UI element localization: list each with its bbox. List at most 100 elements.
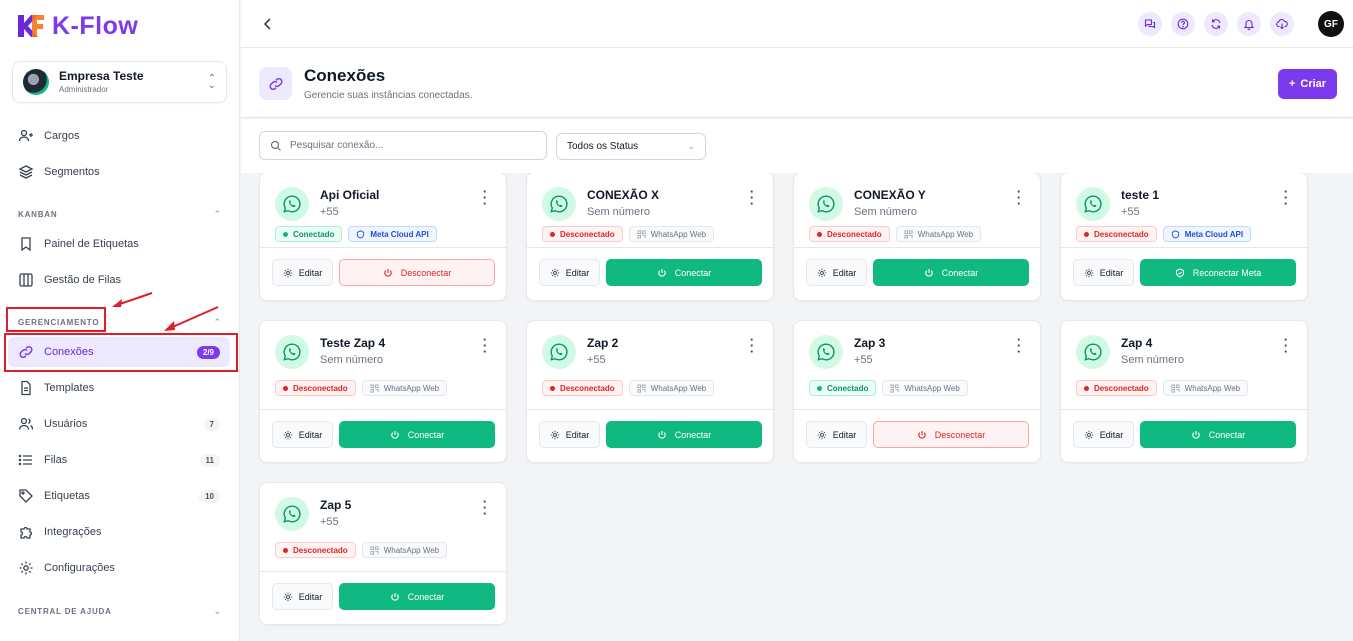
edit-button[interactable]: Editar bbox=[1073, 259, 1134, 286]
whatsapp-icon bbox=[275, 187, 309, 221]
refresh-button[interactable] bbox=[1204, 12, 1228, 36]
connection-name: Zap 3 bbox=[854, 336, 886, 350]
connect-button[interactable]: Conectar bbox=[1140, 421, 1296, 448]
more-options-icon[interactable]: · · · bbox=[480, 333, 490, 358]
chat-button[interactable] bbox=[1138, 12, 1162, 36]
type-badge: WhatsApp Web bbox=[895, 226, 982, 242]
qr-icon bbox=[1171, 383, 1180, 393]
power-icon bbox=[390, 430, 399, 439]
status-badge: Conectado bbox=[809, 380, 877, 396]
edit-button[interactable]: Editar bbox=[539, 259, 600, 286]
reconnect-meta-button[interactable]: Reconectar Meta bbox=[1140, 259, 1296, 286]
gear-icon bbox=[817, 268, 826, 277]
connection-name: Zap 2 bbox=[587, 336, 619, 350]
type-badge: WhatsApp Web bbox=[882, 380, 968, 396]
more-options-icon[interactable]: · · · bbox=[1014, 185, 1024, 210]
layers-icon bbox=[18, 165, 34, 179]
status-badge: Conectado bbox=[275, 226, 343, 242]
connect-button[interactable]: Conectar bbox=[606, 259, 762, 286]
download-button[interactable] bbox=[1270, 12, 1294, 36]
sidebar-item-configuracoes[interactable]: Configurações bbox=[8, 553, 230, 583]
sidebar-item-cargos[interactable]: Cargos bbox=[8, 121, 230, 151]
chevron-down-icon: ⌄ bbox=[687, 141, 695, 151]
columns-icon bbox=[19, 273, 33, 287]
gear-icon bbox=[1084, 430, 1093, 439]
more-options-icon[interactable]: · · · bbox=[480, 495, 490, 520]
connection-card: CONEXÃO X Sem número · · · Desconectado Wh… bbox=[526, 173, 774, 301]
search-input[interactable] bbox=[290, 140, 536, 151]
edit-button[interactable]: Editar bbox=[272, 259, 333, 286]
app-name: K-Flow bbox=[52, 11, 139, 40]
gear-icon bbox=[1084, 268, 1093, 277]
whatsapp-icon bbox=[275, 335, 309, 369]
document-icon bbox=[21, 380, 31, 396]
user-avatar[interactable]: GF bbox=[1318, 11, 1344, 37]
sidebar-item-integracoes[interactable]: Integrações bbox=[8, 517, 230, 547]
edit-button[interactable]: Editar bbox=[272, 583, 333, 610]
sidebar-item-filas[interactable]: Filas 11 bbox=[8, 445, 230, 475]
notifications-button[interactable] bbox=[1237, 12, 1261, 36]
company-avatar bbox=[23, 69, 49, 95]
edit-button[interactable]: Editar bbox=[539, 421, 600, 448]
edit-button[interactable]: Editar bbox=[272, 421, 333, 448]
gear-icon bbox=[550, 268, 559, 277]
gear-icon bbox=[817, 430, 826, 439]
section-central-ajuda[interactable]: CENTRAL DE AJUDA ⌄ bbox=[18, 606, 222, 617]
connection-name: CONEXÃO Y bbox=[854, 188, 926, 202]
section-kanban[interactable]: KANBAN ⌃ bbox=[18, 209, 222, 220]
whatsapp-icon bbox=[542, 187, 576, 221]
app-logo[interactable]: K-Flow bbox=[16, 12, 138, 40]
more-options-icon[interactable]: · · · bbox=[1281, 185, 1291, 210]
page-subtitle: Gerencie suas instâncias conectadas. bbox=[304, 90, 473, 101]
page-header: Conexões Gerencie suas instâncias conect… bbox=[241, 48, 1353, 118]
link-icon bbox=[268, 77, 283, 90]
status-badge: Desconectado bbox=[275, 380, 356, 396]
search-icon bbox=[270, 140, 281, 151]
type-badge: WhatsApp Web bbox=[1162, 380, 1249, 396]
power-icon bbox=[657, 430, 666, 439]
sidebar-item-usuarios[interactable]: Usuários 7 bbox=[8, 409, 230, 439]
connection-number: +55 bbox=[320, 206, 339, 218]
filter-bar: Todos os Status ⌄ bbox=[241, 119, 1353, 173]
edit-button[interactable]: Editar bbox=[1073, 421, 1134, 448]
chevron-left-icon[interactable] bbox=[261, 16, 275, 32]
connect-button[interactable]: Conectar bbox=[606, 421, 762, 448]
k-flow-logo-icon bbox=[18, 15, 44, 37]
power-icon bbox=[1191, 430, 1200, 439]
connection-card: Zap 3 +55 · · · Conectado WhatsApp Web Edi… bbox=[793, 320, 1041, 463]
connect-button[interactable]: Conectar bbox=[339, 583, 495, 610]
status-filter-select[interactable]: Todos os Status ⌄ bbox=[556, 133, 706, 160]
sidebar-item-segmentos[interactable]: Segmentos bbox=[8, 157, 230, 187]
shield-icon bbox=[357, 229, 365, 239]
more-options-icon[interactable]: · · · bbox=[747, 333, 757, 358]
search-box[interactable] bbox=[259, 131, 547, 160]
connection-number: Sem número bbox=[320, 354, 383, 366]
more-options-icon[interactable]: · · · bbox=[747, 185, 757, 210]
sidebar-item-painel-etiquetas[interactable]: Painel de Etiquetas bbox=[8, 229, 230, 259]
sidebar-item-templates[interactable]: Templates bbox=[8, 373, 230, 403]
disconnect-button[interactable]: Desconectar bbox=[339, 259, 495, 286]
create-connection-button[interactable]: + Criar bbox=[1278, 69, 1337, 99]
disconnect-button[interactable]: Desconectar bbox=[873, 421, 1029, 448]
more-options-icon[interactable]: · · · bbox=[1014, 333, 1024, 358]
connection-card: Zap 5 +55 · · · Desconectado WhatsApp Web … bbox=[259, 482, 507, 625]
more-options-icon[interactable]: · · · bbox=[1281, 333, 1291, 358]
whatsapp-icon bbox=[809, 187, 843, 221]
whatsapp-icon bbox=[1076, 187, 1110, 221]
type-badge: WhatsApp Web bbox=[628, 226, 715, 242]
company-switcher[interactable]: Empresa Teste Administrador ⌃ ⌄ bbox=[12, 61, 227, 103]
edit-button[interactable]: Editar bbox=[806, 421, 867, 448]
bookmark-icon bbox=[21, 237, 31, 252]
help-button[interactable] bbox=[1171, 12, 1195, 36]
connect-button[interactable]: Conectar bbox=[339, 421, 495, 448]
sidebar-item-etiquetas[interactable]: Etiquetas 10 bbox=[8, 481, 230, 511]
edit-button[interactable]: Editar bbox=[806, 259, 867, 286]
connect-button[interactable]: Conectar bbox=[873, 259, 1029, 286]
chevron-down-icon: ⌄ bbox=[213, 606, 222, 616]
more-options-icon[interactable]: · · · bbox=[480, 185, 490, 210]
whatsapp-icon bbox=[809, 335, 843, 369]
power-icon bbox=[390, 592, 399, 601]
connection-number: Sem número bbox=[587, 206, 650, 218]
status-badge: Desconectado bbox=[542, 380, 623, 396]
type-badge: WhatsApp Web bbox=[628, 380, 715, 396]
